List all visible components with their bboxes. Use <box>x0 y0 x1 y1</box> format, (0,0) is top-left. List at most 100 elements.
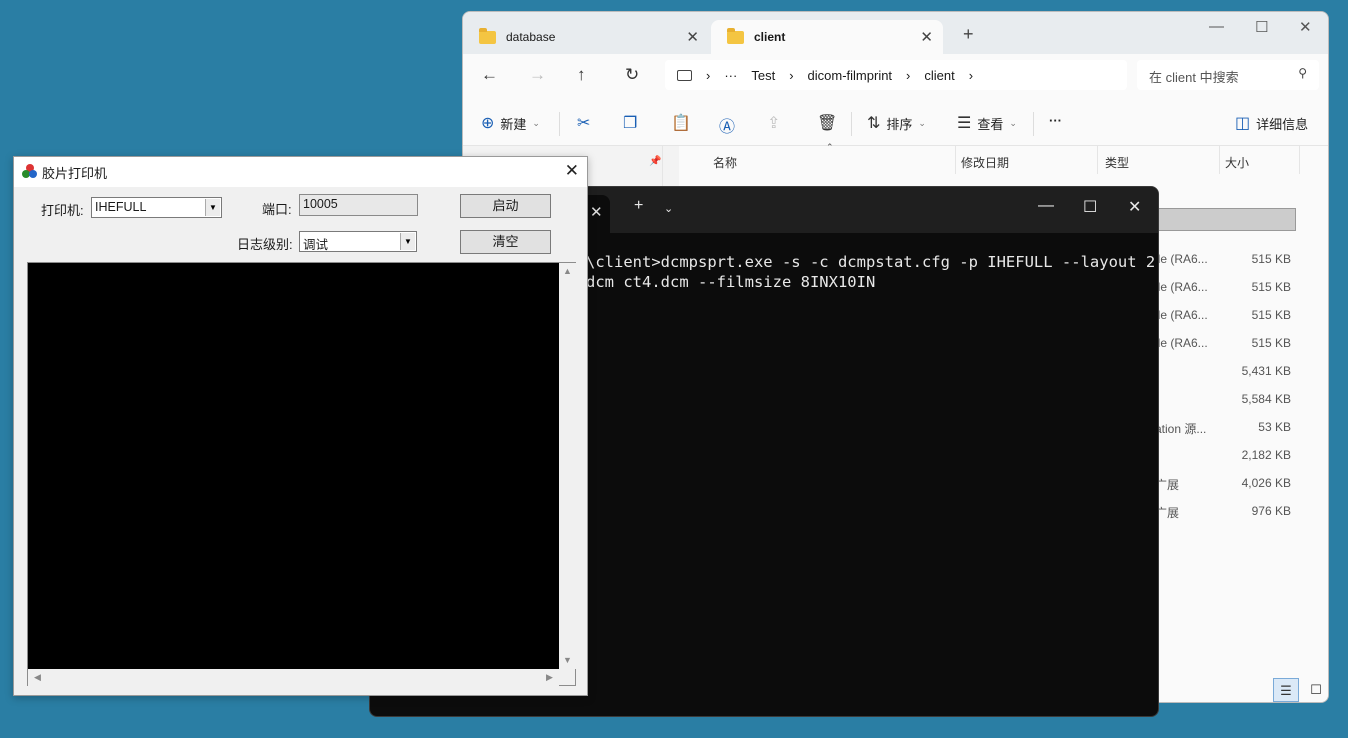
new-label: 新建 <box>500 116 527 132</box>
tab-client[interactable]: client ✕ <box>711 20 943 54</box>
column-name[interactable]: 名称 <box>713 154 737 171</box>
log-panel: ▲ ▼ ◀ ▶ <box>27 262 576 686</box>
file-row[interactable]: 广展 976 KB <box>1155 504 1295 524</box>
file-row[interactable]: 2,182 KB <box>1155 448 1295 468</box>
tiles-view-icon[interactable]: ☐ <box>1303 678 1328 702</box>
search-input[interactable]: 在 client 中搜索 ⚲ <box>1137 60 1319 90</box>
folder-icon <box>727 27 744 44</box>
app-icon <box>22 164 37 179</box>
clear-button[interactable]: 清空 <box>460 230 551 254</box>
pin-icon[interactable]: 📌 <box>649 156 661 167</box>
file-type: ile (RA6... <box>1155 308 1208 322</box>
loglevel-label: 日志级别: <box>237 237 293 252</box>
chevron-right-icon: › <box>706 67 711 83</box>
minimize-icon[interactable]: — <box>1038 197 1054 215</box>
horizontal-scrollbar[interactable]: ◀ ▶ <box>28 669 559 686</box>
port-field[interactable]: 10005 <box>299 194 418 216</box>
delete-icon[interactable]: 🗑 <box>817 113 837 133</box>
file-size: 515 KB <box>1251 336 1291 350</box>
tab-label: database <box>506 30 556 44</box>
scroll-up-icon[interactable]: ▲ <box>563 266 572 276</box>
log-output[interactable] <box>28 263 559 669</box>
file-size: 976 KB <box>1251 504 1291 518</box>
close-tab-icon[interactable]: ✕ <box>686 28 699 46</box>
maximize-icon[interactable]: ☐ <box>1083 197 1097 217</box>
dropdown-arrow-icon[interactable]: ▼ <box>400 233 415 250</box>
view-button[interactable]: ☰ 查看 ⌄ <box>957 113 1017 133</box>
close-icon[interactable]: ✕ <box>565 161 579 181</box>
file-row[interactable]: ation 源... 53 KB <box>1155 420 1295 440</box>
new-tab-icon[interactable]: + <box>634 197 643 215</box>
new-button[interactable]: ⊕ 新建 ⌄ <box>481 113 540 133</box>
dropdown-arrow-icon[interactable]: ▼ <box>205 199 220 216</box>
new-tab-icon[interactable]: + <box>963 24 974 45</box>
breadcrumb-item[interactable]: client <box>924 68 954 83</box>
minimize-icon[interactable]: — <box>1209 18 1224 35</box>
selected-row-highlight <box>1157 208 1296 231</box>
printer-select[interactable]: IHEFULL ▼ <box>91 197 222 218</box>
column-type[interactable]: 类型 <box>1105 154 1129 171</box>
maximize-icon[interactable]: ☐ <box>1255 18 1268 36</box>
plus-circle-icon: ⊕ <box>481 115 495 132</box>
column-size[interactable]: 大小 <box>1225 154 1249 171</box>
file-size: 515 KB <box>1251 308 1291 322</box>
details-pane-icon: ◫ <box>1235 115 1251 132</box>
start-button[interactable]: 启动 <box>460 194 551 218</box>
scroll-down-icon[interactable]: ▼ <box>563 655 572 665</box>
breadcrumb-item[interactable]: Test <box>751 68 775 83</box>
share-icon[interactable]: ⇪ <box>767 113 780 133</box>
refresh-icon[interactable]: ↻ <box>625 65 639 85</box>
close-tab-icon[interactable]: ✕ <box>920 28 933 46</box>
chevron-down-icon: ⌄ <box>918 117 926 128</box>
file-row[interactable]: ile (RA6... 515 KB <box>1155 280 1295 300</box>
file-row[interactable]: 5,584 KB <box>1155 392 1295 412</box>
port-label: 端口: <box>262 202 292 217</box>
forward-icon[interactable]: → <box>529 65 546 85</box>
breadcrumb-more[interactable]: ··· <box>724 68 737 83</box>
file-row[interactable]: 广展 4,026 KB <box>1155 476 1295 496</box>
sort-button[interactable]: ⇅ 排序 ⌄ <box>867 113 926 133</box>
paste-icon[interactable]: 📋 <box>671 113 691 133</box>
scroll-right-icon[interactable]: ▶ <box>546 672 553 683</box>
details-button[interactable]: ◫ 详细信息 <box>1235 113 1308 133</box>
file-row[interactable]: ile (RA6... 515 KB <box>1155 336 1295 356</box>
terminal-line: \client>dcmpsprt.exe -s -c dcmpstat.cfg … <box>586 253 1156 271</box>
up-icon[interactable]: ↑ <box>577 65 586 85</box>
column-modified[interactable]: 修改日期 <box>961 154 1009 171</box>
close-window-icon[interactable]: ✕ <box>1128 197 1141 217</box>
vertical-scrollbar[interactable]: ▲ ▼ <box>559 263 576 669</box>
chevron-down-icon[interactable]: ⌄ <box>664 202 673 215</box>
explorer-toolbar: ⊕ 新建 ⌄ ✂ ❐ 📋 Ⓐ ⇪ 🗑 ⇅ 排序 ⌄ ☰ 查看 ⌄ ··· ◫ 详… <box>463 100 1328 146</box>
dialog-title: 胶片打印机 <box>42 165 108 181</box>
cut-icon[interactable]: ✂ <box>577 113 590 133</box>
file-size: 5,431 KB <box>1241 364 1291 378</box>
copy-icon[interactable]: ❐ <box>623 113 637 133</box>
back-icon[interactable]: ← <box>481 65 498 85</box>
rename-icon[interactable]: Ⓐ <box>719 113 735 137</box>
close-tab-icon[interactable]: ✕ <box>590 203 603 221</box>
tab-database[interactable]: database ✕ <box>463 20 709 54</box>
loglevel-select[interactable]: 调试 ▼ <box>299 231 417 252</box>
chevron-right-icon: › <box>968 67 974 83</box>
search-placeholder: 在 client 中搜索 <box>1149 70 1239 85</box>
file-size: 515 KB <box>1251 280 1291 294</box>
sort-icon: ⇅ <box>867 115 881 132</box>
details-view-icon[interactable]: ☰ <box>1273 678 1299 702</box>
film-printer-dialog: 胶片打印机 ✕ 打印机: IHEFULL ▼ 端口: 10005 启动 日志级别… <box>13 156 588 696</box>
file-row[interactable]: 5,431 KB <box>1155 364 1295 384</box>
file-row[interactable]: ile (RA6... 515 KB <box>1155 252 1295 272</box>
breadcrumb-item[interactable]: dicom-filmprint <box>808 68 893 83</box>
file-size: 5,584 KB <box>1241 392 1291 406</box>
address-bar[interactable]: › ··· Test › dicom-filmprint › client › <box>665 60 1127 90</box>
close-window-icon[interactable]: ✕ <box>1299 18 1312 36</box>
file-size: 515 KB <box>1251 252 1291 266</box>
scroll-left-icon[interactable]: ◀ <box>34 672 41 683</box>
details-label: 详细信息 <box>1256 116 1309 132</box>
terminal-output[interactable]: \client>dcmpsprt.exe -s -c dcmpstat.cfg … <box>586 253 1155 292</box>
chevron-down-icon: ⌄ <box>532 117 540 128</box>
more-options-icon[interactable]: ··· <box>1049 113 1062 128</box>
file-type: ile (RA6... <box>1155 336 1208 350</box>
search-icon: ⚲ <box>1298 66 1307 80</box>
port-value: 10005 <box>303 197 338 211</box>
file-row[interactable]: ile (RA6... 515 KB <box>1155 308 1295 328</box>
